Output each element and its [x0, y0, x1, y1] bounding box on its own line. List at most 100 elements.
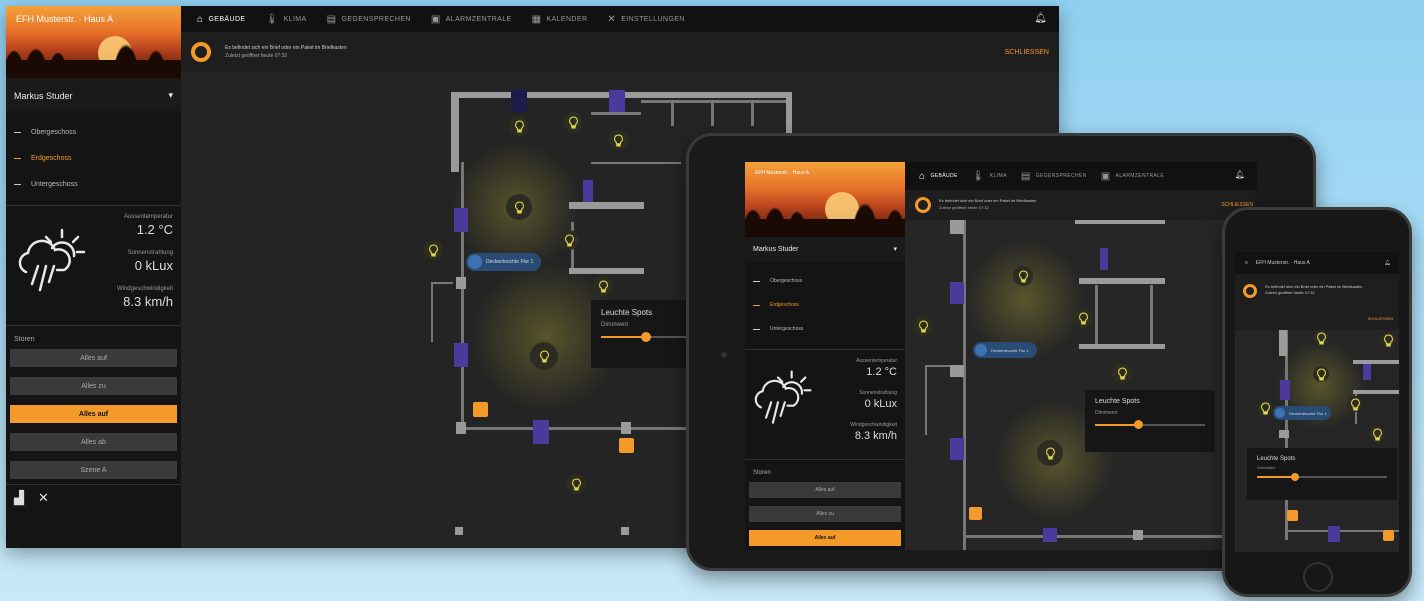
tools-icon[interactable]: ✕ — [38, 490, 49, 506]
blind-control[interactable] — [1328, 526, 1340, 542]
dimmer-slider[interactable] — [1095, 420, 1205, 429]
wall — [591, 112, 641, 115]
light-bulb-icon[interactable] — [1112, 363, 1132, 383]
light-bulb-icon[interactable] — [1013, 266, 1033, 286]
tab-alarmzentrale[interactable]: ▣ ALARMZENTRALE — [1101, 171, 1164, 182]
blind-control[interactable] — [454, 343, 468, 367]
blind-control[interactable] — [950, 282, 964, 304]
bell-icon[interactable]: 🔔︎ — [1235, 170, 1245, 179]
tools-icon: ✕ — [607, 13, 617, 25]
light-bulb-icon[interactable] — [566, 474, 586, 494]
light-bulb-icon[interactable] — [1073, 308, 1093, 328]
light-bulb-icon[interactable] — [1313, 366, 1329, 382]
close-notification-button[interactable]: SCHLIESSEN — [1005, 49, 1049, 56]
wall — [569, 268, 644, 274]
popup-subtitle: Dimmwert — [1257, 465, 1275, 470]
socket-icon[interactable] — [473, 402, 488, 417]
blind-control[interactable] — [1043, 528, 1057, 542]
floor-item-untergeschoss[interactable]: Untergeschoss — [745, 317, 905, 341]
slider-handle[interactable] — [1134, 420, 1143, 429]
socket-icon[interactable] — [1287, 510, 1298, 521]
wall — [1075, 220, 1165, 224]
group-button-1[interactable]: Alles auf — [10, 349, 177, 367]
building-view-icon[interactable]: ▟ — [14, 490, 24, 506]
light-bulb-icon[interactable] — [1380, 332, 1396, 348]
bell-icon[interactable]: 🔔︎ — [1385, 260, 1391, 266]
light-bulb-icon[interactable] — [1257, 400, 1273, 416]
group-button-3[interactable]: Alles auf — [749, 530, 901, 546]
light-bulb-icon[interactable] — [1037, 440, 1063, 466]
phone-header: ≡ EFH Musterstr. · Haus A 🔔︎ — [1235, 252, 1399, 274]
intercom-icon: ▤ — [326, 13, 337, 25]
blind-control[interactable] — [1280, 380, 1290, 400]
tab-gegensprechen[interactable]: ▤ GEGENSPRECHEN — [327, 14, 411, 25]
light-bulb-icon[interactable] — [913, 316, 933, 336]
user-menu[interactable]: Markus Studer ▾ — [6, 78, 181, 111]
tab-gegensprechen[interactable]: ▤ GEGENSPRECHEN — [1021, 171, 1087, 182]
tab-alarmzentrale[interactable]: ▣ ALARMZENTRALE — [431, 14, 512, 25]
group-button-5[interactable]: Szene A — [10, 461, 177, 479]
menu-icon[interactable]: ≡ — [1245, 260, 1248, 266]
building-title[interactable]: EFH Musterstr. · Haus A — [755, 170, 809, 176]
blind-control[interactable] — [511, 90, 527, 112]
device-label-bubble[interactable]: Deckenleuchte Flur 1 — [1273, 406, 1331, 420]
blind-control[interactable] — [533, 420, 549, 444]
floor-item-untergeschoss[interactable]: Untergeschoss — [6, 171, 181, 197]
blind-control[interactable] — [1363, 364, 1371, 380]
floor-item-erdgeschoss[interactable]: Erdgeschoss — [745, 293, 905, 317]
slider-handle[interactable] — [641, 332, 651, 342]
slider-handle[interactable] — [1291, 473, 1299, 481]
user-menu[interactable]: Markus Studer ▾ — [745, 237, 905, 261]
tab-kalender[interactable]: ▦ KALENDER — [532, 14, 588, 25]
sidebar: EFH Musterstr. · Haus A Markus Studer ▾ … — [6, 6, 181, 548]
blind-control[interactable] — [609, 90, 625, 112]
device-label-bubble[interactable]: Deckenleuchte Flur 1 — [466, 253, 542, 271]
light-bulb-icon[interactable] — [608, 130, 628, 150]
group-button-3[interactable]: Alles auf — [10, 405, 177, 423]
socket-icon[interactable] — [619, 438, 634, 453]
blind-control[interactable] — [950, 438, 964, 460]
tablet-screen: EFH Musterstr. · Haus A Markus Studer ▾ … — [745, 162, 1257, 550]
tab-einstellungen[interactable]: ✕ EINSTELLUNGEN — [607, 14, 684, 25]
light-bulb-icon[interactable] — [509, 116, 529, 136]
dimmer-slider[interactable] — [1257, 473, 1387, 481]
bell-icon[interactable]: 🔔︎ — [1034, 13, 1047, 24]
group-button-2[interactable]: Alles zu — [749, 506, 901, 522]
light-bulb-icon[interactable] — [593, 276, 613, 296]
wall — [455, 527, 463, 535]
building-title[interactable]: EFH Musterstr. · Haus A — [16, 14, 113, 24]
light-bulb-icon[interactable] — [506, 194, 532, 220]
group-button-4[interactable]: Alles ab — [10, 433, 177, 451]
notification-bar: Es befindet sich ein Brief oder ein Pake… — [181, 32, 1059, 72]
light-bulb-icon[interactable] — [423, 240, 443, 260]
group-button-2[interactable]: Alles zu — [10, 377, 177, 395]
floor-item-obergeschoss[interactable]: Obergeschoss — [745, 269, 905, 293]
blind-control[interactable] — [583, 180, 593, 202]
tab-gebaeude[interactable]: ⌂ GEBÄUDE — [919, 171, 958, 182]
building-title[interactable]: EFH Musterstr. · Haus A — [1256, 260, 1310, 266]
home-button[interactable] — [1303, 562, 1333, 592]
floor-item-obergeschoss[interactable]: Obergeschoss — [6, 119, 181, 145]
tab-klima[interactable]: 🌡︎ KLIMA — [265, 14, 306, 25]
wall — [1133, 530, 1143, 540]
light-bulb-icon[interactable] — [559, 230, 579, 250]
group-button-1[interactable]: Alles auf — [749, 482, 901, 498]
tab-gebaeude[interactable]: ⌂ GEBÄUDE — [197, 14, 245, 25]
outside-temp: Aussentemperatur 1.2 °C — [856, 358, 897, 378]
light-bulb-icon[interactable] — [530, 342, 558, 370]
floor-item-erdgeschoss[interactable]: Erdgeschoss — [6, 145, 181, 171]
close-notification-button[interactable]: SCHLIESSEN — [1368, 316, 1393, 321]
blind-control[interactable] — [454, 208, 468, 232]
notification-time: Zuletzt geöffnet heute 07:32 — [939, 205, 989, 210]
tab-label: KLIMA — [283, 15, 307, 23]
socket-icon[interactable] — [969, 507, 982, 520]
tab-klima[interactable]: 🌡︎ KLIMA — [972, 171, 1007, 182]
light-bulb-icon[interactable] — [563, 112, 583, 132]
light-bulb-icon[interactable] — [1347, 396, 1363, 412]
light-bulb-icon[interactable] — [1369, 426, 1385, 442]
blind-control[interactable] — [1100, 248, 1108, 270]
dimmer-slider[interactable] — [601, 332, 691, 342]
light-bulb-icon[interactable] — [1313, 330, 1329, 346]
device-label-bubble[interactable]: Deckenleuchte Flur 1 — [973, 342, 1037, 358]
socket-icon[interactable] — [1383, 530, 1394, 541]
